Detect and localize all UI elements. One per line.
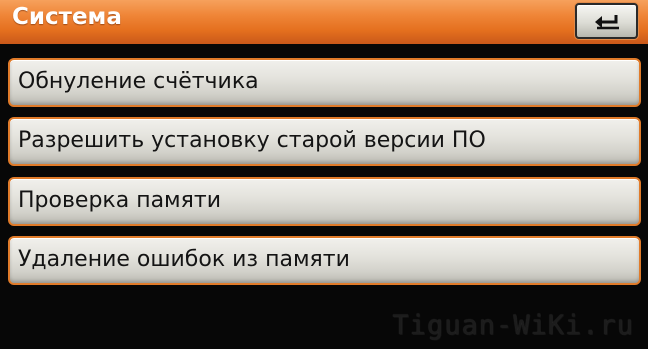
menu-item-allow-old-software[interactable]: Разрешить установку старой версии ПО [8,117,641,166]
menu-item-label: Удаление ошибок из памяти [18,247,350,272]
menu-item-label: Разрешить установку старой версии ПО [18,128,486,153]
menu-item-label: Обнуление счётчика [18,69,259,94]
page-title: Система [12,4,122,30]
menu-item-clear-errors[interactable]: Удаление ошибок из памяти [8,236,641,285]
menu-list: Обнуление счётчика Разрешить установку с… [0,44,648,349]
menu-item-memory-check[interactable]: Проверка памяти [8,177,641,226]
header-bar: Система [0,0,648,45]
menu-item-label: Проверка памяти [18,188,222,213]
back-button[interactable] [575,3,638,39]
menu-item-reset-counter[interactable]: Обнуление счётчика [8,58,641,107]
return-arrow-icon [595,15,619,30]
system-screen: Система Обнуление счётчика Разрешить уст… [0,0,648,349]
watermark: Tiguan-WiKi.ru [392,310,634,341]
